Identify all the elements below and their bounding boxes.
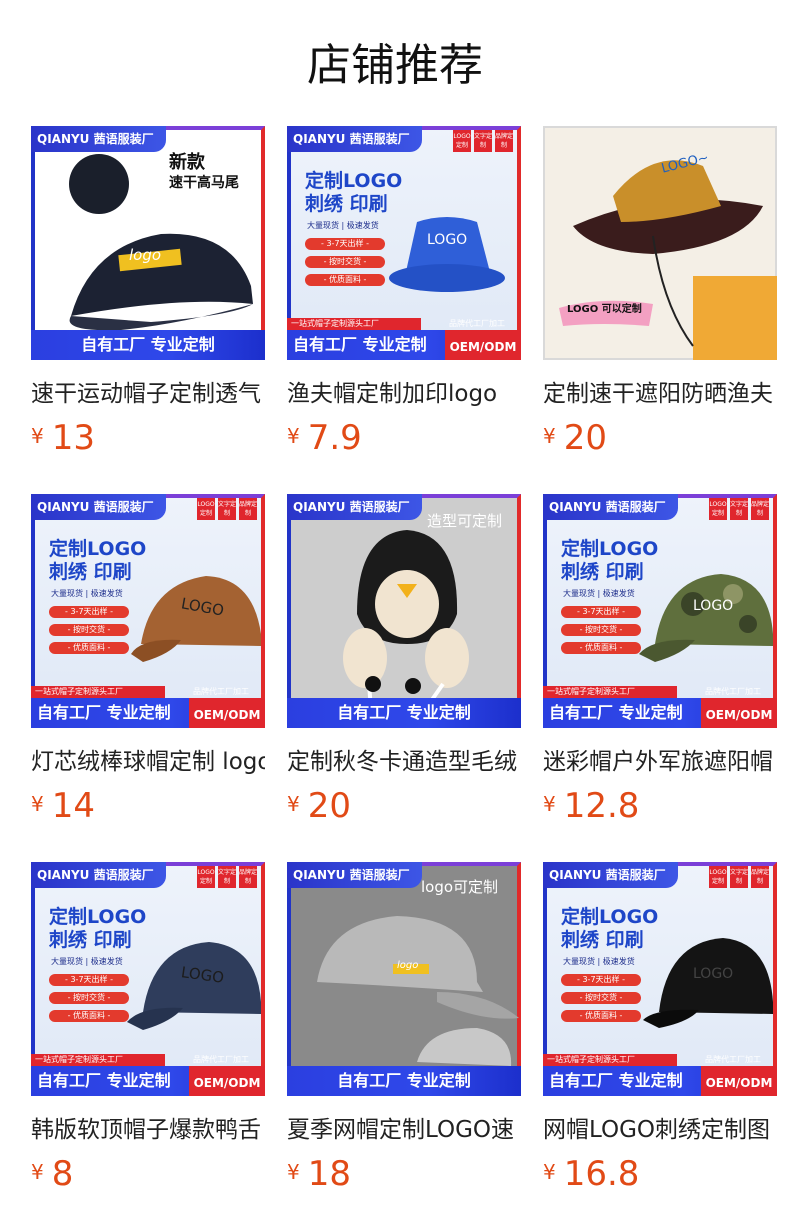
product-name[interactable]: 夏季网帽定制LOGO速	[287, 1114, 521, 1146]
product-name[interactable]: 网帽LOGO刺绣定制图	[543, 1114, 777, 1146]
poster-footer: 自有工厂 专业定制 品牌代工厂加工 OEM/ODM	[31, 1055, 265, 1096]
product-image[interactable]: QIANYU 茜语服装厂 LOGO定制文字定制品牌定制 定制LOGO 刺绣 印刷 …	[287, 126, 521, 360]
product-name[interactable]: 灯芯绒棒球帽定制 logo	[31, 746, 265, 778]
product-name[interactable]: 迷彩帽户外军旅遮阳帽	[543, 746, 777, 778]
poster-footer: 自有工厂 专业定制 品牌代工厂加工 OEM/ODM	[543, 687, 777, 728]
product-price: ¥14	[31, 786, 95, 826]
penguin-hat-illustration	[343, 530, 469, 728]
poster-footer: 自有工厂 专业定制	[287, 1066, 521, 1096]
mesh-cap-illustration	[317, 916, 519, 1066]
poster-footer: 自有工厂 专业定制 品牌代工厂加工 OEM/ODM	[31, 687, 265, 728]
product-image[interactable]: QIANYU 茜语服装厂 LOGO定制文字定制品牌定制 定制LOGO 刺绣 印刷 …	[31, 494, 265, 728]
poster-footer: 自有工厂 专业定制	[31, 330, 265, 360]
product-image[interactable]: QIANYU 茜语服装厂 logo可定制 logo 自有工厂 专业定制	[287, 862, 521, 1096]
product-image[interactable]: LOGO~ LOGO 可以定制	[543, 126, 777, 360]
section-title: 店铺推荐	[307, 40, 483, 91]
product-name[interactable]: 定制速干遮阳防晒渔夫	[543, 378, 777, 410]
product-price: ¥16.8	[543, 1154, 640, 1194]
poster-footer: 自有工厂 专业定制	[287, 698, 521, 728]
cap-illustration	[69, 154, 253, 331]
product-price: ¥20	[287, 786, 351, 826]
product-image[interactable]: QIANYU 茜语服装厂 造型可定制 自有工厂 专业定制	[287, 494, 521, 728]
product-image[interactable]: QIANYU 茜语服装厂 LOGO定制文字定制品牌定制 定制LOGO 刺绣 印刷 …	[543, 494, 777, 728]
product-image[interactable]: QIANYU 茜语服装厂 LOGO定制文字定制品牌定制 定制LOGO 刺绣 印刷 …	[543, 862, 777, 1096]
product-price: ¥13	[31, 418, 95, 458]
product-name[interactable]: 速干运动帽子定制透气	[31, 378, 265, 410]
product-image[interactable]: QIANYU 茜语服装厂 新款 速干高马尾 logo 自有工厂 专业定制	[31, 126, 265, 360]
product-price: ¥18	[287, 1154, 351, 1194]
cap-logo-text: logo	[129, 246, 162, 264]
product-price: ¥8	[31, 1154, 74, 1194]
product-price: ¥12.8	[543, 786, 640, 826]
product-price: ¥7.9	[287, 418, 362, 458]
poster-footer: 自有工厂 专业定制 品牌代工厂加工 OEM/ODM	[543, 1055, 777, 1096]
poster-footer: 自有工厂 专业定制 品牌代工厂加工 OEM/ODM	[287, 319, 521, 360]
product-name[interactable]: 韩版软顶帽子爆款鸭舌	[31, 1114, 265, 1146]
product-name[interactable]: 渔夫帽定制加印logo	[287, 378, 521, 410]
product-image[interactable]: QIANYU 茜语服装厂 LOGO定制文字定制品牌定制 定制LOGO 刺绣 印刷 …	[31, 862, 265, 1096]
product-price: ¥20	[543, 418, 607, 458]
product-name[interactable]: 定制秋冬卡通造型毛绒	[287, 746, 521, 778]
